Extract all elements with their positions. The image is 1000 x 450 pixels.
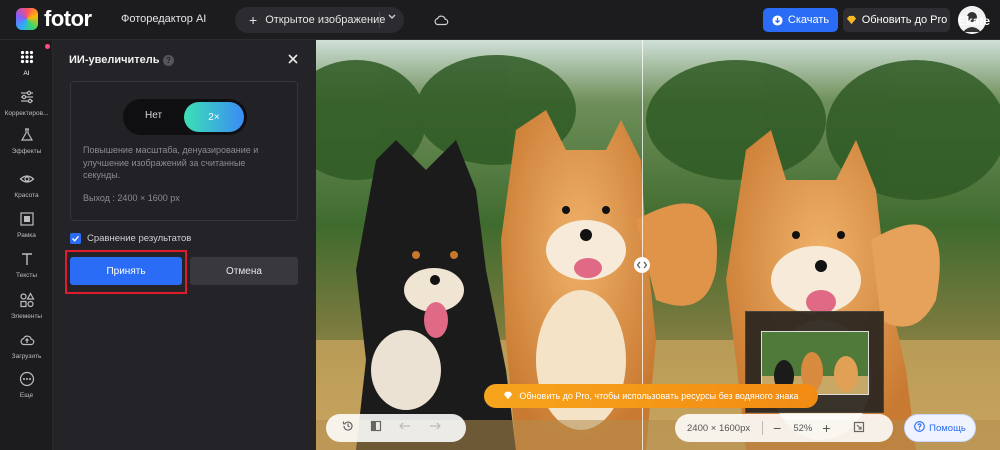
compare-results-checkbox[interactable]: Сравнение результатов — [70, 233, 191, 244]
sidebar-item-text[interactable]: Тексты — [0, 251, 53, 279]
flask-icon — [19, 127, 35, 145]
sidebar-item-label: Загрузить — [11, 353, 42, 360]
plus-icon: + — [249, 12, 258, 28]
download-button[interactable]: Скачать — [763, 8, 838, 32]
download-icon — [772, 14, 783, 26]
sidebar-item-more[interactable]: Еще — [0, 371, 53, 399]
fotor-logo-icon — [16, 8, 38, 30]
upscale-options-card: Нет 2× Повышение масштаба, денуазировани… — [70, 81, 298, 221]
diamond-icon — [846, 15, 857, 25]
image-size: 2400 × 1600px — [687, 422, 751, 434]
question-icon — [914, 421, 925, 435]
fit-screen-icon[interactable] — [853, 421, 865, 436]
upscale-description: Повышение масштаба, денуазирование и улу… — [83, 145, 259, 180]
ai-upscaler-panel: ИИ-увеличитель ? Нет 2× Повышение масшта… — [53, 40, 316, 450]
shapes-icon — [19, 292, 35, 310]
zoom-toolbar: 2400 × 1600px − 52% + — [675, 414, 893, 442]
upload-icon — [19, 332, 35, 350]
sidebar-item-label: Рамка — [17, 232, 36, 239]
upgrade-pro-banner[interactable]: Обновить до Pro, чтобы использовать ресу… — [484, 384, 818, 408]
sidebar-item-label: Красота — [14, 192, 39, 199]
history-toolbar — [326, 414, 466, 442]
redo-icon[interactable] — [428, 419, 442, 437]
checkmark-icon[interactable] — [70, 233, 81, 244]
cloud-icon[interactable] — [433, 12, 449, 28]
history-icon[interactable] — [342, 419, 354, 437]
help-label: Помощь — [929, 422, 966, 434]
sidebar-item-label: Тексты — [15, 272, 38, 279]
top-bar: fotor Фоторедактор AI + Открытое изображ… — [0, 0, 1000, 40]
output-size: Выход : 2400 × 1600 px — [83, 193, 180, 203]
download-label: Скачать — [787, 14, 830, 26]
eye-icon — [19, 171, 35, 189]
zoom-level: 52% — [793, 422, 813, 434]
sidebar-item-beauty[interactable]: Красота — [0, 171, 53, 199]
sidebar-item-label: AI — [23, 70, 30, 77]
panel-title: ИИ-увеличитель — [69, 54, 160, 66]
pro-banner-text: Обновить до Pro, чтобы использовать ресу… — [519, 391, 799, 401]
divider — [762, 421, 764, 435]
upgrade-pro-label: Обновить до Pro — [861, 14, 948, 26]
sidebar-item-adjust[interactable]: Корректиров... — [0, 89, 53, 117]
sidebar-item-label: Элементы — [10, 313, 43, 320]
divider — [379, 12, 380, 28]
sidebar-item-upload[interactable]: Загрузить — [0, 332, 53, 360]
compare-results-label: Сравнение результатов — [87, 233, 192, 244]
sidebar-item-frame[interactable]: Рамка — [0, 211, 53, 239]
upscale-toggle[interactable]: Нет 2× — [123, 99, 247, 135]
tool-sidebar: AI Корректиров... Эффекты Красота Рамка … — [0, 40, 53, 450]
chevron-down-icon[interactable] — [387, 11, 397, 24]
toggle-off-option[interactable]: Нет — [145, 110, 162, 121]
app-title[interactable]: Фоторедактор AI — [121, 13, 206, 25]
close-icon[interactable] — [286, 52, 300, 66]
diamond-icon — [503, 391, 513, 402]
open-image-button[interactable]: + Открытое изображение — [235, 7, 404, 33]
fotor-logo[interactable]: fotor — [16, 8, 92, 30]
undo-icon[interactable] — [398, 419, 412, 437]
ai-grid-icon — [19, 49, 35, 67]
compare-handle-icon[interactable] — [634, 257, 650, 273]
logo-text: fotor — [44, 6, 92, 31]
cancel-button[interactable]: Отмена — [190, 257, 298, 285]
frame-icon — [19, 211, 35, 229]
help-button[interactable]: Помощь — [904, 414, 976, 442]
zoom-out-icon[interactable]: − — [773, 420, 781, 436]
sidebar-item-ai[interactable]: AI — [0, 49, 53, 77]
text-icon — [19, 251, 35, 269]
zoom-in-icon[interactable]: + — [822, 420, 830, 436]
highlight-box — [65, 250, 187, 294]
sliders-icon — [19, 89, 35, 107]
more-icon — [19, 371, 35, 389]
image-canvas[interactable]: Обновить до Pro, чтобы использовать ресу… — [316, 40, 1000, 450]
user-name: Ekate — [958, 14, 991, 28]
compare-view-icon[interactable] — [370, 419, 382, 437]
toggle-2x-option[interactable]: 2× — [184, 102, 244, 132]
sidebar-item-effects[interactable]: Эффекты — [0, 127, 53, 155]
open-image-label: Открытое изображение — [265, 14, 386, 26]
sidebar-item-label: Еще — [19, 392, 34, 399]
upgrade-pro-button[interactable]: Обновить до Pro — [843, 8, 950, 32]
sidebar-item-label: Корректиров... — [4, 110, 49, 117]
question-icon[interactable]: ? — [163, 55, 174, 66]
sidebar-item-elements[interactable]: Элементы — [0, 292, 53, 320]
sidebar-item-label: Эффекты — [11, 148, 42, 155]
